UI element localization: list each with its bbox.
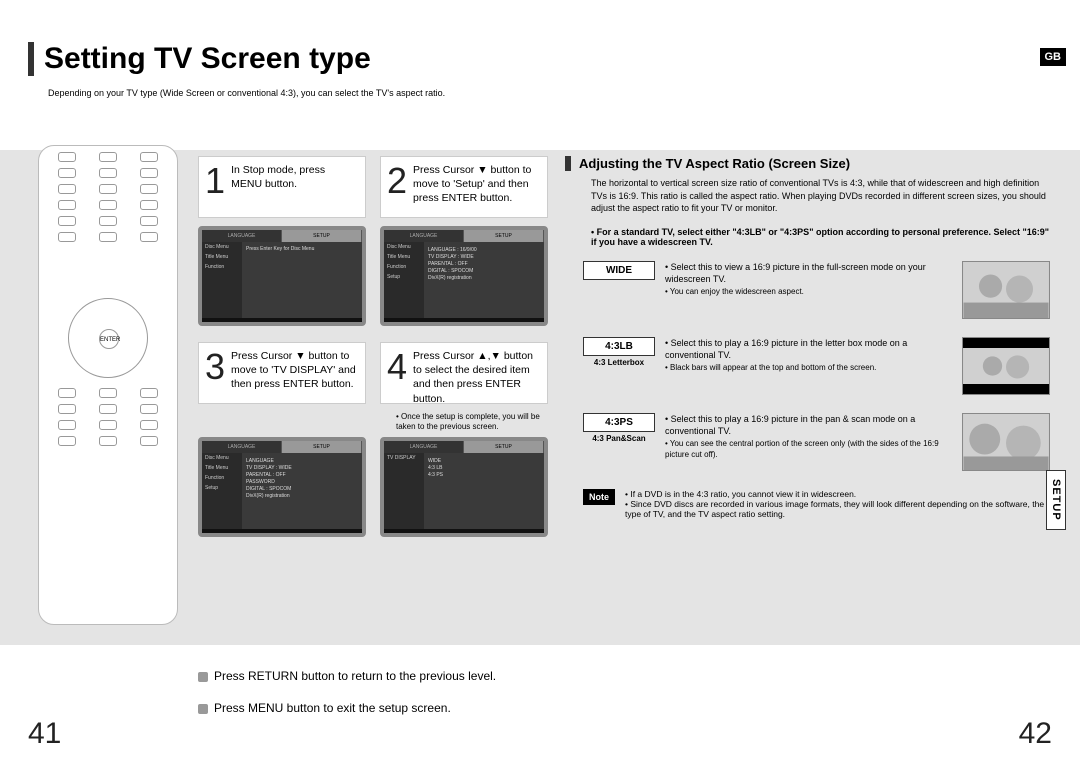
step-2: 2 Press Cursor ▼ button to move to 'Setu… [380, 156, 548, 218]
mode-subdesc: • You can enjoy the widescreen aspect. [665, 287, 952, 298]
mode-label-43ps: 4:3PS [583, 413, 655, 432]
mode-subdesc: • Black bars will appear at the top and … [665, 363, 952, 374]
note-item: • If a DVD is in the 4:3 ratio, you cann… [625, 489, 1050, 499]
osd-screenshot-4: LANGUAGESETUP TV DISPLAY WIDE 4:3 LB 4:3… [380, 437, 548, 537]
step-3: 3 Press Cursor ▼ button to move to 'TV D… [198, 342, 366, 404]
remote-dpad-icon: ENTER [68, 298, 148, 378]
footer-return-hint: Press RETURN button to return to the pre… [198, 669, 496, 683]
mode-sublabel: 4:3 Pan&Scan [583, 434, 655, 443]
page-number-right: 42 [1019, 717, 1052, 751]
step-1: 1 In Stop mode, press MENU button. [198, 156, 366, 218]
step-text: Press Cursor ▲,▼ button to select the de… [413, 349, 539, 397]
step-text: Press Cursor ▼ button to move to 'Setup'… [413, 163, 539, 211]
step-text: Press Cursor ▼ button to move to 'TV DIS… [231, 349, 357, 397]
note-block: Note • If a DVD is in the 4:3 ratio, you… [583, 489, 1050, 519]
mode-thumb-wide [962, 261, 1050, 319]
footer-menu-hint: Press MENU button to exit the setup scre… [198, 701, 451, 715]
mode-desc: • Select this to play a 16:9 picture in … [665, 337, 952, 361]
step-number: 2 [387, 163, 407, 211]
osd-screenshot-3: LANGUAGESETUP Disc MenuTitle MenuFunctio… [198, 437, 366, 537]
mode-sublabel: 4:3 Letterbox [583, 358, 655, 367]
mode-desc: • Select this to play a 16:9 picture in … [665, 413, 952, 437]
mode-43lb: 4:3LB 4:3 Letterbox • Select this to pla… [583, 337, 1050, 395]
mode-thumb-43ps [962, 413, 1050, 471]
note-item: • Since DVD discs are recorded in variou… [625, 499, 1050, 519]
language-badge: GB [1040, 48, 1067, 66]
setup-side-tab: SETUP [1046, 470, 1066, 530]
remote-control-illustration: ENTER [38, 145, 178, 625]
page-title: Setting TV Screen type [28, 42, 371, 76]
page-number-left: 41 [28, 717, 61, 751]
section-heading: Adjusting the TV Aspect Ratio (Screen Si… [565, 156, 1050, 171]
mode-wide: WIDE • Select this to view a 16:9 pictur… [583, 261, 1050, 319]
section-standard-tv-note: • For a standard TV, select either "4:3L… [591, 227, 1050, 247]
mode-thumb-43lb [962, 337, 1050, 395]
mode-label-43lb: 4:3LB [583, 337, 655, 356]
step-text: In Stop mode, press MENU button. [231, 163, 357, 211]
osd-screenshot-2: LANGUAGESETUP Disc MenuTitle MenuFunctio… [380, 226, 548, 326]
mode-subdesc: • You can see the central portion of the… [665, 439, 952, 461]
steps-column: 1 In Stop mode, press MENU button. 2 Pre… [198, 156, 553, 553]
footer: Press RETURN button to return to the pre… [0, 645, 1080, 763]
section-intro: The horizontal to vertical screen size r… [591, 177, 1050, 215]
step-number: 1 [205, 163, 225, 211]
step-number: 3 [205, 349, 225, 397]
step-4: 4 Press Cursor ▲,▼ button to select the … [380, 342, 548, 404]
note-badge: Note [583, 489, 615, 505]
osd-screenshot-1: LANGUAGESETUP Disc MenuTitle MenuFunctio… [198, 226, 366, 326]
page-subtitle: Depending on your TV type (Wide Screen o… [48, 88, 445, 98]
step-number: 4 [387, 349, 407, 397]
step-footnote: • Once the setup is complete, you will b… [396, 412, 553, 433]
mode-43ps: 4:3PS 4:3 Pan&Scan • Select this to play… [583, 413, 1050, 471]
mode-desc: • Select this to view a 16:9 picture in … [665, 261, 952, 285]
mode-label-wide: WIDE [583, 261, 655, 280]
